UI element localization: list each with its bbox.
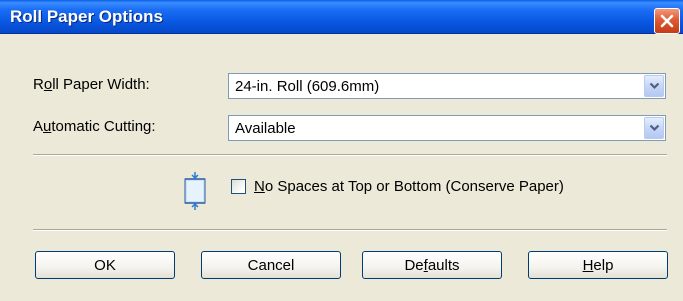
automatic-cutting-label: Automatic Cutting: [33,118,156,135]
automatic-cutting-select[interactable]: Available [228,115,666,141]
roll-paper-width-value: 24-in. Roll (609.6mm) [235,78,380,95]
automatic-cutting-value: Available [235,120,296,137]
separator-bottom [33,229,667,231]
roll-paper-width-select[interactable]: 24-in. Roll (609.6mm) [228,73,666,99]
close-icon [660,14,674,28]
automatic-cutting-dropdown-button[interactable] [644,117,664,139]
cancel-button[interactable]: Cancel [201,251,341,279]
separator-top [33,154,667,156]
defaults-button[interactable]: De f aults [362,251,502,279]
roll-paper-width-label: Roll Paper Width: [33,76,150,93]
chevron-down-icon [649,124,659,132]
roll-paper-icon [184,172,206,210]
chevron-down-icon [649,82,659,90]
title-bar[interactable]: Roll Paper Options [0,0,683,34]
close-button[interactable] [654,8,680,34]
roll-paper-width-dropdown-button[interactable] [644,75,664,97]
window-title: Roll Paper Options [10,7,164,26]
ok-button[interactable]: OK [35,251,175,279]
no-spaces-label[interactable]: No Spaces at Top or Bottom (Conserve Pap… [254,178,564,195]
help-button[interactable]: Help [528,251,668,279]
no-spaces-checkbox[interactable] [231,179,246,194]
roll-paper-options-dialog: Roll Paper Options Roll Paper Width: 24-… [0,0,683,301]
